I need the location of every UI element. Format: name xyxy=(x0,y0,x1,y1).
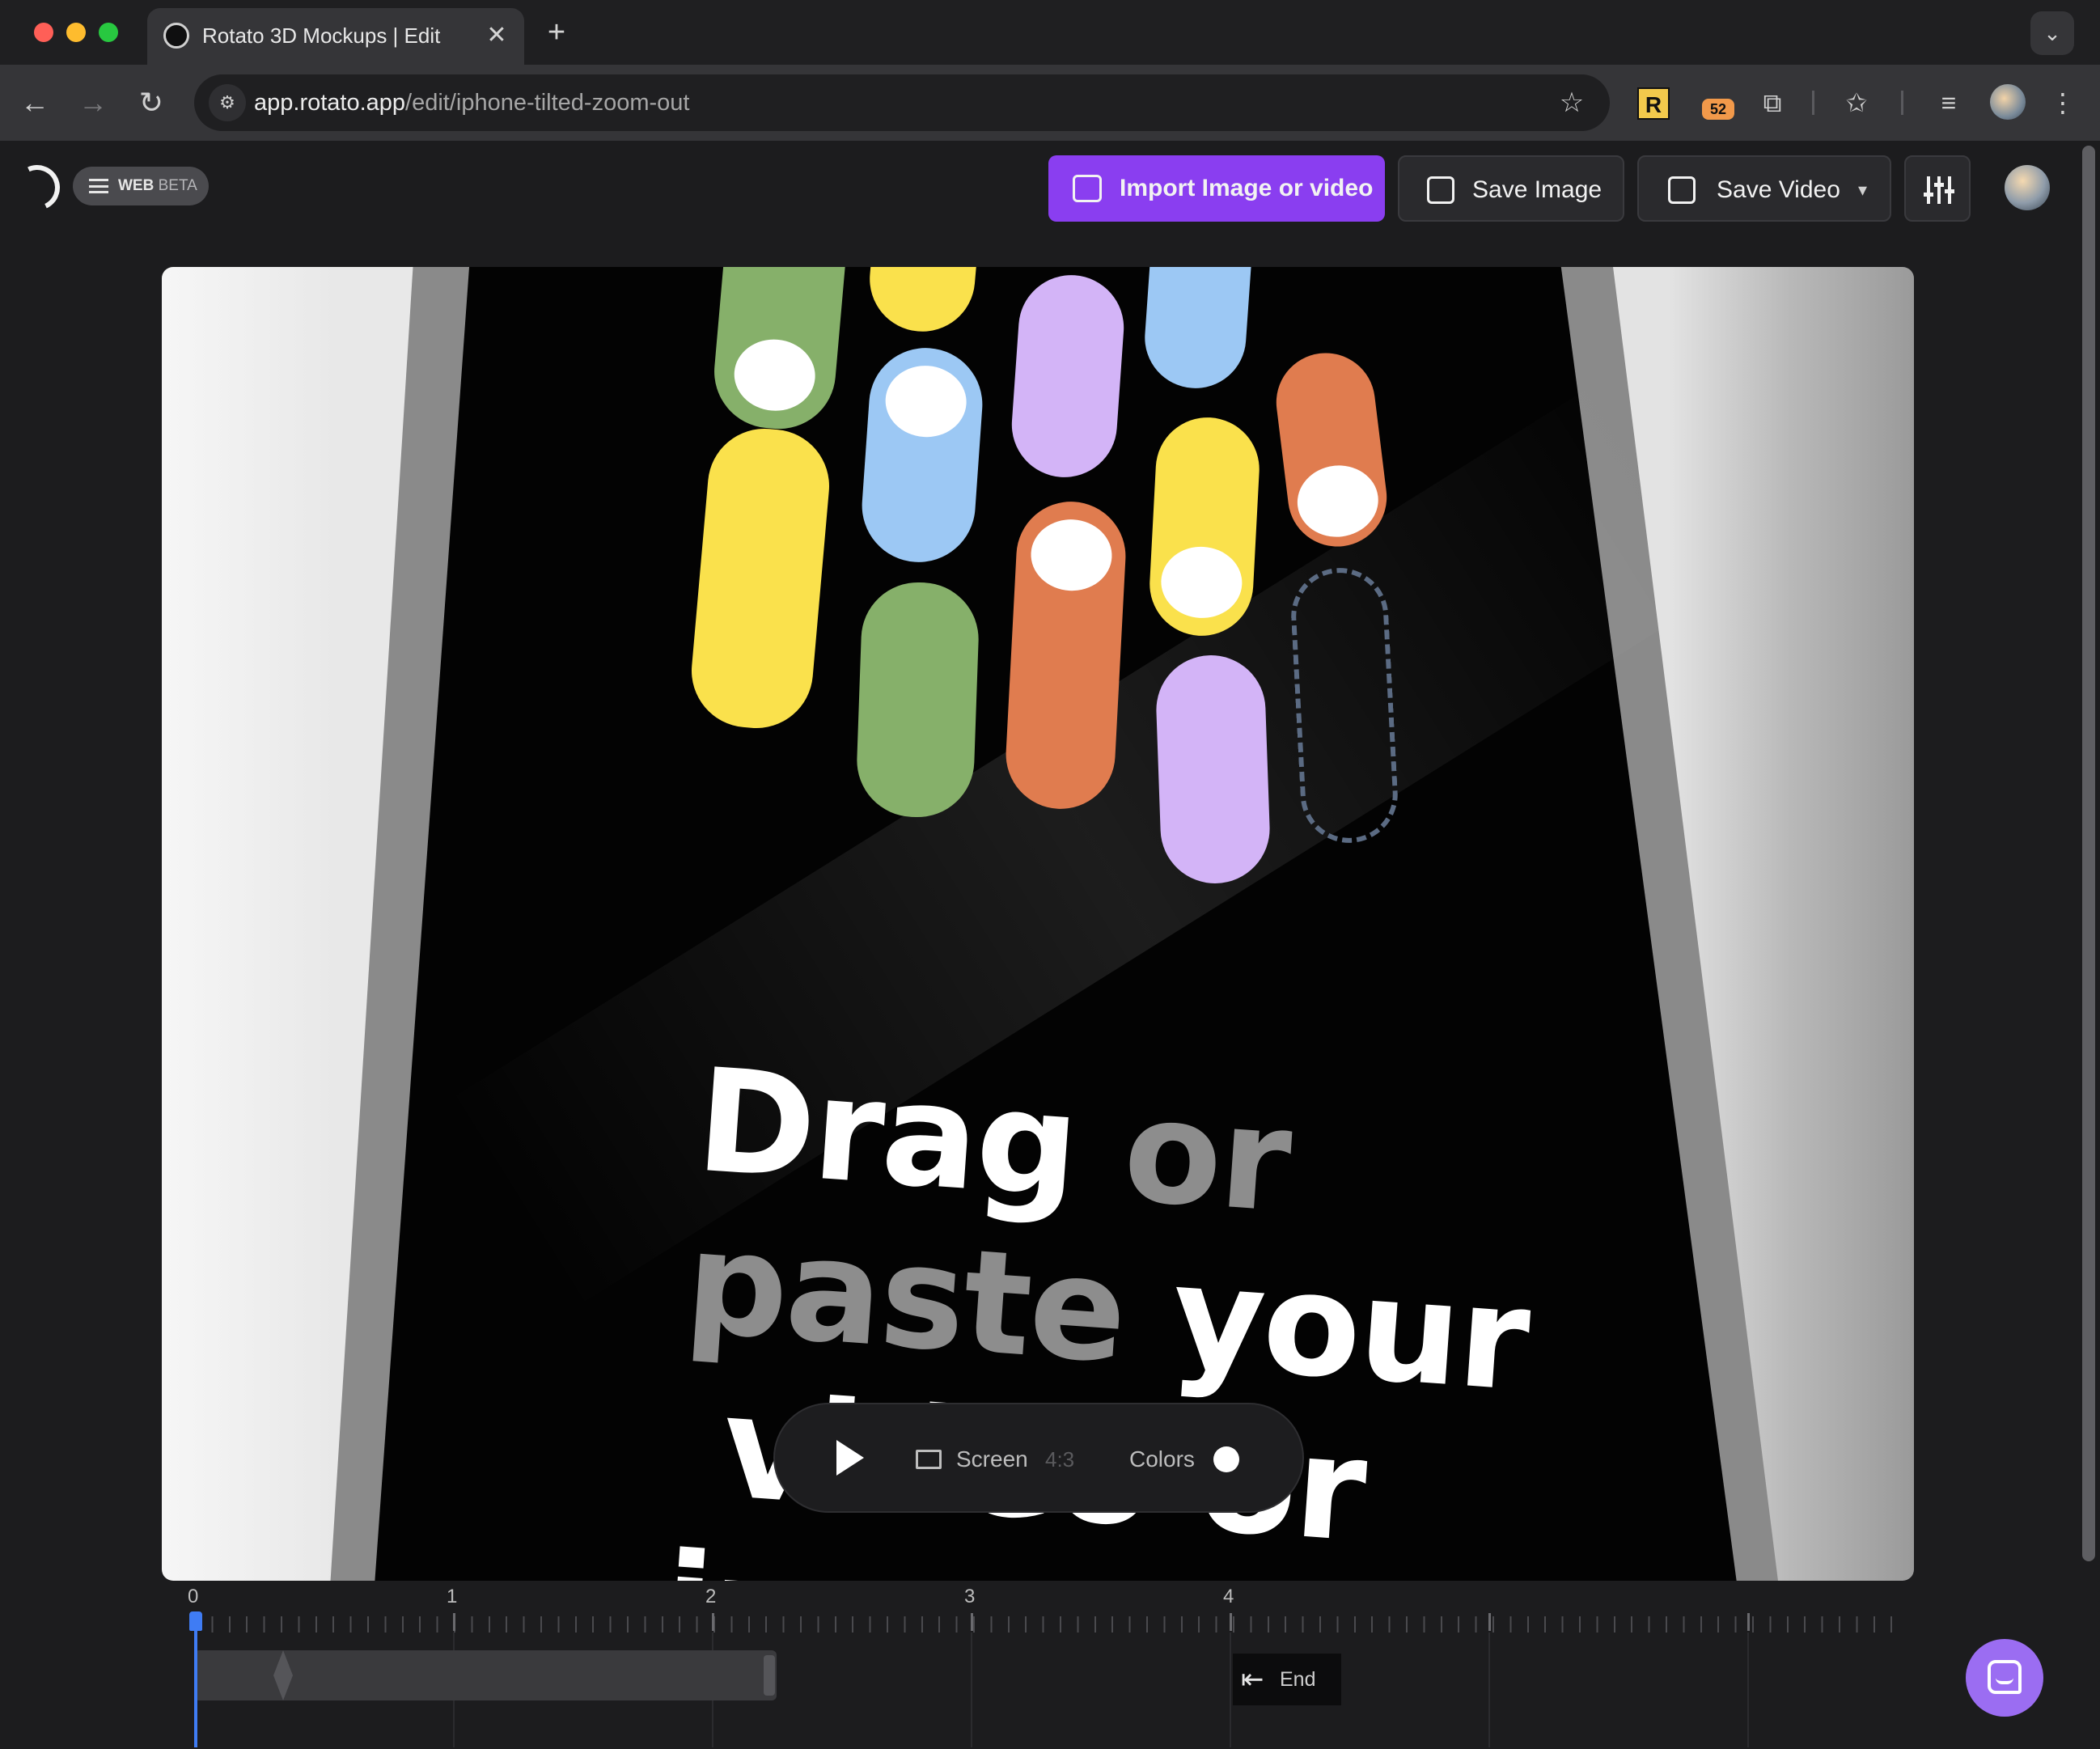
close-window-button[interactable] xyxy=(34,23,53,42)
screen-button[interactable]: Screen xyxy=(956,1404,1028,1514)
track-gridline xyxy=(1488,1633,1490,1747)
major-tick xyxy=(1488,1613,1491,1631)
new-tab-button[interactable]: + xyxy=(540,15,573,50)
profile-avatar[interactable] xyxy=(1990,84,2026,120)
arrow-to-end-icon: ⇤ xyxy=(1241,1664,1264,1695)
import-download-icon xyxy=(1073,175,1102,202)
play-icon[interactable] xyxy=(836,1440,864,1476)
pill-green-2 xyxy=(854,580,981,819)
end-marker[interactable]: ⇤ End xyxy=(1233,1654,1341,1705)
major-tick xyxy=(1230,1613,1232,1631)
favorites-star-icon[interactable]: ✩ xyxy=(1836,83,1877,123)
pill-orange-1 xyxy=(1003,498,1128,812)
address-bar[interactable]: ⚙ app.rotato.app/edit/iphone-tilted-zoom… xyxy=(194,74,1610,131)
site-info-icon[interactable]: ⚙ xyxy=(209,84,246,121)
pill-yellow-3 xyxy=(1147,414,1262,639)
bookmark-star-icon[interactable]: ☆ xyxy=(1553,84,1590,121)
playhead-handle[interactable] xyxy=(189,1611,202,1631)
rotato-favicon-icon xyxy=(163,23,189,49)
save-video-button[interactable]: Save Video ▾ xyxy=(1637,155,1891,222)
import-image-video-button[interactable]: Import Image or video xyxy=(1048,155,1385,222)
tick-label-0: 0 xyxy=(188,1586,199,1607)
clip-resize-handle[interactable] xyxy=(764,1655,775,1696)
track-gridline xyxy=(971,1633,972,1747)
browser-menu-icon[interactable]: ⋮ xyxy=(2048,83,2077,123)
major-tick xyxy=(712,1613,714,1631)
major-tick xyxy=(971,1613,973,1631)
track-gridline xyxy=(1747,1633,1749,1747)
pill-blue-2 xyxy=(857,344,987,566)
support-chat-button[interactable] xyxy=(1966,1639,2043,1717)
film-icon xyxy=(1668,176,1696,204)
browser-tab-strip: Rotato 3D Mockups | Edit ✕ + ⌄ xyxy=(0,0,2100,65)
timeline[interactable]: 0 1 2 3 4 ⇤ End xyxy=(162,1586,1914,1747)
browser-toolbar: ← → ↻ ⚙ app.rotato.app/edit/iphone-tilte… xyxy=(0,65,2100,141)
tab-close-icon[interactable]: ✕ xyxy=(482,19,511,52)
pill-lilac-2 xyxy=(1154,653,1272,886)
chat-icon xyxy=(1988,1660,2022,1694)
save-image-button[interactable]: Save Image xyxy=(1398,155,1624,222)
maximize-window-button[interactable] xyxy=(99,23,118,42)
toolbar-separator xyxy=(1812,91,1814,115)
colors-button[interactable]: Colors xyxy=(1129,1404,1195,1514)
aspect-ratio-label: 4:3 xyxy=(1045,1447,1075,1472)
playhead[interactable] xyxy=(194,1615,197,1747)
reload-icon[interactable]: ↻ xyxy=(129,81,173,125)
extensions-puzzle-icon[interactable]: ⧉ xyxy=(1754,83,1791,123)
settings-sliders-button[interactable] xyxy=(1904,155,1971,222)
main-menu-button[interactable]: WEB BETA xyxy=(73,167,209,205)
image-icon xyxy=(1427,176,1454,204)
tick-label-2: 2 xyxy=(705,1586,717,1607)
screen-icon[interactable] xyxy=(916,1450,942,1469)
tab-title: Rotato 3D Mockups | Edit xyxy=(202,23,441,48)
mockup-canvas[interactable]: Drag or paste your video or image here xyxy=(162,267,1914,1581)
playback-bar: Screen 4:3 Colors xyxy=(773,1403,1304,1513)
color-swatch[interactable] xyxy=(1213,1446,1239,1472)
extension-r-icon[interactable]: R xyxy=(1637,87,1670,120)
major-tick xyxy=(1747,1613,1750,1631)
scrollbar-thumb[interactable] xyxy=(2082,146,2095,1561)
back-arrow-icon[interactable]: ← xyxy=(13,81,57,125)
tick-label-3: 3 xyxy=(964,1586,976,1607)
hamburger-icon xyxy=(89,179,108,193)
major-tick xyxy=(453,1613,455,1631)
minimize-window-button[interactable] xyxy=(66,23,86,42)
browser-tab-active[interactable]: Rotato 3D Mockups | Edit ✕ xyxy=(147,8,524,65)
toolbar-separator xyxy=(1901,91,1903,115)
sliders-icon xyxy=(1924,176,1954,204)
tick-label-4: 4 xyxy=(1223,1586,1234,1607)
tab-search-menu-button[interactable]: ⌄ xyxy=(2030,11,2074,55)
url-text[interactable]: app.rotato.app/edit/iphone-tilted-zoom-o… xyxy=(254,74,689,131)
rotato-logo-icon[interactable] xyxy=(8,159,66,217)
track-gridline xyxy=(1230,1633,1231,1747)
user-avatar[interactable] xyxy=(2005,165,2050,210)
tick-label-1: 1 xyxy=(447,1586,458,1607)
chevron-down-icon: ▾ xyxy=(1857,180,1867,200)
timeline-ruler[interactable] xyxy=(194,1616,1901,1633)
rotato-app: WEB BETA Import Image or video Save Imag… xyxy=(0,141,2079,1749)
forward-arrow-icon[interactable]: → xyxy=(71,81,115,125)
media-queue-icon[interactable]: ≡ xyxy=(1929,83,1969,123)
empty-slot-dashed-pill xyxy=(1289,565,1400,845)
pill-lilac-1 xyxy=(1008,271,1128,481)
extension-badge-count: 52 xyxy=(1702,99,1734,120)
